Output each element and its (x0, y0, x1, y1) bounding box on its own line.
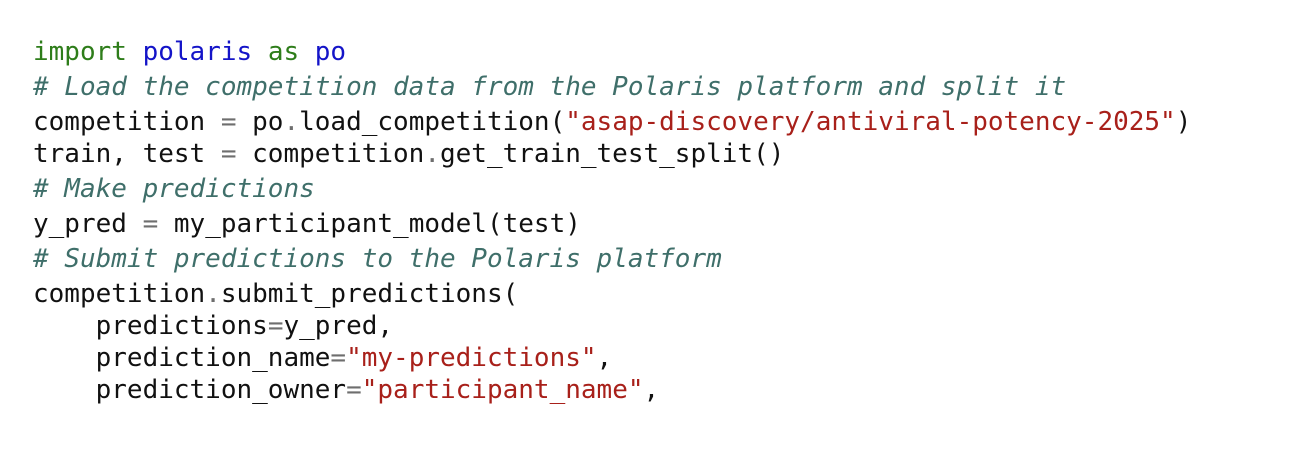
code-token-plain: train, test (33, 139, 221, 169)
code-token-plain: submit_predictions( (220, 279, 519, 309)
code-token-op: = (330, 343, 347, 373)
code-token-comment: # Load the competition data from the Pol… (33, 72, 1067, 102)
code-token-plain: y_pred, (283, 311, 394, 341)
code-token-keyword: import (33, 37, 127, 67)
code-line: y_pred = my_participant_model(test) (33, 208, 1191, 240)
code-token-comment: # Make predictions (33, 174, 315, 204)
code-token-comment: # Submit predictions to the Polaris plat… (33, 244, 722, 274)
code-token-plain: competition (33, 279, 206, 309)
code-token-op: = (220, 107, 237, 137)
code-listing: import polaris as po # Load the competiti… (33, 36, 1191, 406)
code-token-op: = (267, 311, 284, 341)
code-token-plain: my_participant_model(test) (158, 209, 581, 239)
code-comment-line: # Load the competition data from the Pol… (33, 68, 1191, 106)
code-token-plain: load_competition( (299, 107, 566, 137)
code-line: train, test = competition.get_train_test… (33, 138, 1191, 170)
code-token-plain: , (596, 343, 613, 373)
code-token-plain: prediction_owner (33, 375, 347, 405)
code-token-op: = (220, 139, 237, 169)
code-comment-line: # Make predictions (33, 170, 1191, 208)
code-token-name: polaris (142, 37, 253, 67)
code-token-op: . (283, 107, 300, 137)
code-token-plain: , (643, 375, 660, 405)
code-token-plain: predictions (33, 311, 268, 341)
code-comment-line: # Submit predictions to the Polaris plat… (33, 240, 1191, 278)
code-token-name: po (314, 37, 347, 67)
code-token-op: = (142, 209, 159, 239)
code-line: prediction_owner="participant_name", (33, 374, 1191, 406)
code-token-plain: prediction_name (33, 343, 331, 373)
code-token-plain: ) (1175, 107, 1192, 137)
code-line: competition = po.load_competition("asap-… (33, 106, 1191, 138)
code-token-plain: competition (33, 107, 221, 137)
code-line: predictions=y_pred, (33, 310, 1191, 342)
code-token-op: . (205, 279, 221, 309)
code-token-op: . (424, 139, 440, 169)
code-line: import polaris as po (33, 36, 1191, 68)
code-token-string: "participant_name" (361, 375, 644, 405)
code-token-plain: y_pred (33, 209, 143, 239)
code-token-plain: po (236, 107, 284, 137)
code-token-plain: competition (236, 139, 425, 169)
code-token-plain: get_train_test_split() (440, 139, 785, 169)
code-token-keyword: as (267, 37, 300, 67)
code-line: prediction_name="my-predictions", (33, 342, 1191, 374)
code-token-string: "asap-discovery/antiviral-potency-2025" (565, 107, 1176, 137)
code-line: competition.submit_predictions( (33, 278, 1191, 310)
code-token-string: "my-predictions" (346, 343, 597, 373)
code-token-op: = (346, 375, 362, 405)
